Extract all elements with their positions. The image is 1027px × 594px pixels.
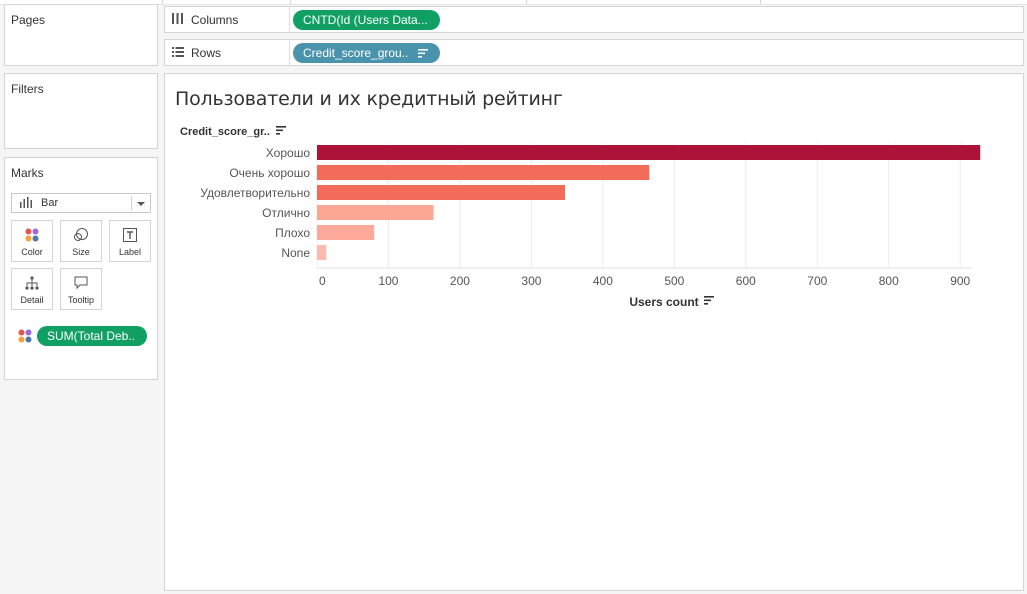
size-button-label: Size — [72, 247, 90, 257]
rows-pill[interactable]: Credit_score_grou.. — [293, 43, 440, 63]
sort-descending-icon — [417, 44, 428, 63]
chart-bars — [317, 145, 981, 260]
marks-title: Marks — [11, 166, 44, 180]
strip-tick — [526, 0, 527, 4]
dropdown-separator — [131, 196, 132, 210]
columns-pill[interactable]: CNTD(Id (Users Data... — [293, 10, 440, 30]
bar[interactable] — [317, 205, 434, 220]
color-palette-icon — [18, 329, 32, 348]
color-field-pill[interactable]: SUM(Total Deb.. — [37, 326, 147, 346]
worksheet-view: Пользователи и их кредитный рейтинг Cred… — [164, 73, 1024, 591]
detail-button[interactable]: Detail — [11, 268, 53, 310]
x-tick-label: 100 — [378, 274, 398, 288]
bar[interactable] — [317, 245, 327, 260]
category-label: Плохо — [275, 226, 310, 240]
category-label: None — [281, 246, 310, 260]
label-button[interactable]: Label — [109, 220, 151, 262]
columns-shelf-header: Columns — [165, 7, 290, 32]
bar[interactable] — [317, 225, 375, 240]
mark-type-label: Bar — [41, 197, 59, 209]
chevron-down-icon — [137, 202, 145, 206]
strip-tick — [290, 0, 291, 4]
x-axis-label: Users count — [629, 295, 698, 309]
x-tick-label: 300 — [521, 274, 541, 288]
category-label: Отлично — [262, 206, 310, 220]
filters-panel[interactable]: Filters — [4, 73, 158, 149]
x-tick-label: 500 — [664, 274, 684, 288]
size-icon — [61, 227, 101, 243]
bar-chart: Хорошо Очень хорошо Удовлетворительно Отлич… — [200, 143, 981, 309]
category-label: Хорошо — [266, 146, 311, 160]
category-label: Очень хорошо — [229, 166, 310, 180]
size-button[interactable]: Size — [60, 220, 102, 262]
color-button-label: Color — [21, 247, 43, 257]
bar[interactable] — [317, 185, 566, 200]
x-tick-label: 700 — [807, 274, 827, 288]
detail-hierarchy-icon — [12, 275, 52, 291]
color-button[interactable]: Color — [11, 220, 53, 262]
x-tick-label: 0 — [319, 274, 326, 288]
x-tick-label: 200 — [450, 274, 470, 288]
columns-shelf-label: Columns — [191, 12, 239, 27]
tooltip-button-label: Tooltip — [67, 295, 94, 305]
rows-shelf: Rows Credit_score_grou.. — [164, 39, 1024, 66]
detail-button-label: Detail — [20, 295, 44, 305]
rows-shelf-header: Rows — [165, 40, 290, 65]
rows-shelf-label: Rows — [191, 45, 222, 60]
tooltip-speech-icon — [61, 275, 101, 291]
color-palette-icon — [12, 227, 52, 243]
sort-descending-icon — [704, 296, 714, 305]
marks-card: Marks Bar Color Size Label Detail Toolti… — [4, 157, 158, 380]
strip-tick — [162, 0, 163, 4]
pages-panel[interactable]: Pages — [4, 4, 158, 66]
bar[interactable] — [317, 145, 981, 160]
rows-icon — [172, 46, 184, 60]
chart-category-labels: Хорошо Очень хорошо Удовлетворительно Отлич… — [200, 146, 310, 260]
bar[interactable] — [317, 165, 650, 180]
x-tick-label: 800 — [879, 274, 899, 288]
tooltip-button[interactable]: Tooltip — [60, 268, 102, 310]
mark-type-dropdown[interactable]: Bar — [11, 193, 151, 213]
strip-tick — [760, 0, 761, 4]
pages-title: Pages — [11, 13, 46, 27]
columns-icon — [172, 12, 184, 27]
x-tick-label: 400 — [593, 274, 613, 288]
x-tick-label: 900 — [950, 274, 970, 288]
columns-shelf: Columns CNTD(Id (Users Data... — [164, 6, 1024, 33]
bar-chart-icon — [20, 197, 33, 211]
text-label-icon — [110, 227, 150, 243]
x-tick-label: 600 — [736, 274, 756, 288]
chart-title: Пользователи и их кредитный рейтинг — [175, 88, 563, 110]
category-label: Удовлетворительно — [200, 186, 310, 200]
chart-axis-ticks: 0 100 200 300 400 500 600 700 800 900 — [319, 274, 971, 288]
rows-pill-label: Credit_score_grou.. — [303, 46, 409, 60]
label-button-label: Label — [118, 247, 142, 257]
filters-title: Filters — [11, 82, 44, 96]
